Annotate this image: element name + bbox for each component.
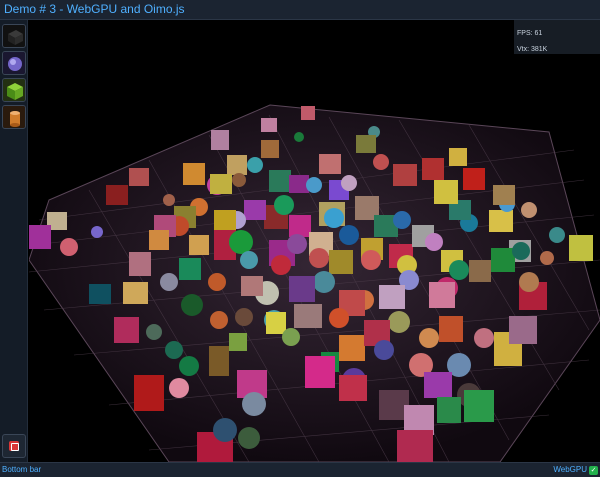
spawn-sphere-button[interactable] [2, 51, 26, 75]
stop-button[interactable] [2, 434, 26, 458]
cube-dark-icon [3, 25, 25, 47]
app-window: Demo # 3 - WebGPU and Oimo.js FPS: 61 Vt… [0, 0, 600, 477]
sphere-icon [3, 52, 25, 74]
renderer-status: WebGPU ✓ [553, 463, 598, 477]
spawn-cylinder-button[interactable] [2, 105, 26, 129]
spawn-box-button[interactable] [2, 78, 26, 102]
check-icon: ✓ [589, 465, 598, 475]
fps-counter: FPS: 61 [517, 30, 543, 37]
bottom-bar-label: Bottom bar [2, 465, 42, 474]
renderer-label: WebGPU [553, 465, 587, 474]
sidebar [0, 20, 28, 462]
vertex-counter: Vtx: 381K [517, 46, 548, 53]
bottom-bar: Bottom bar WebGPU ✓ [0, 462, 600, 477]
physics-scene [29, 104, 600, 462]
stats-panel: FPS: 61 Vtx: 381K [514, 20, 600, 54]
spawn-cube-button[interactable] [2, 24, 26, 48]
stop-icon [9, 441, 19, 451]
title-bar: Demo # 3 - WebGPU and Oimo.js [0, 0, 600, 20]
3d-viewport[interactable] [29, 20, 600, 462]
cube-green-icon [3, 79, 25, 101]
page-title: Demo # 3 - WebGPU and Oimo.js [4, 2, 185, 16]
cylinder-icon [3, 106, 25, 128]
